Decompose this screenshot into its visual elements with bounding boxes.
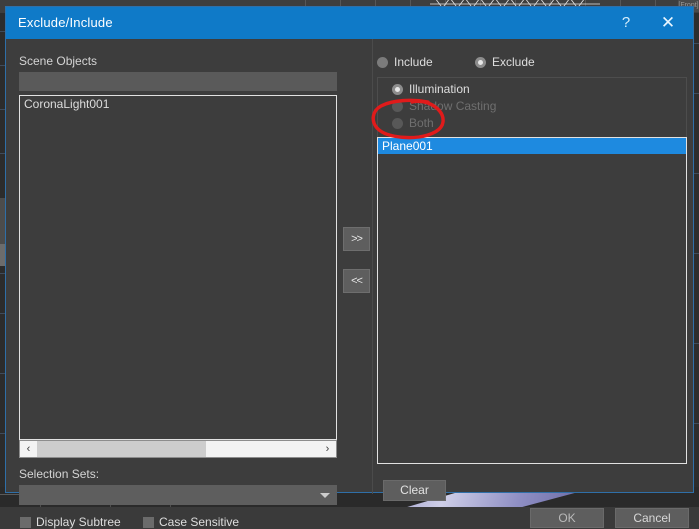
excluded-objects-list[interactable]: Plane001 xyxy=(377,137,687,464)
radio-dot-icon[interactable] xyxy=(377,56,388,68)
clear-button[interactable]: Clear xyxy=(383,480,446,501)
close-icon[interactable]: ✕ xyxy=(647,7,689,39)
remove-from-exclude-button[interactable]: << xyxy=(343,269,370,293)
scrollbar-thumb[interactable] xyxy=(37,441,207,457)
list-item[interactable]: Plane001 xyxy=(378,138,686,154)
scene-objects-pane: Scene Objects CoronaLight001 ‹ › Selecti… xyxy=(6,39,356,529)
radio-exclude[interactable]: Exclude xyxy=(475,55,535,69)
radio-dot-icon[interactable] xyxy=(475,56,486,68)
checkbox-box[interactable] xyxy=(143,516,154,528)
scene-list-horizontal-scrollbar[interactable]: ‹ › xyxy=(19,440,337,458)
scene-objects-filter-input[interactable] xyxy=(19,72,337,91)
checkbox-box[interactable] xyxy=(20,516,31,528)
radio-label: Both xyxy=(409,116,434,130)
scene-objects-list[interactable]: CoronaLight001 xyxy=(19,95,337,440)
selection-sets-label: Selection Sets: xyxy=(19,467,100,481)
ok-button[interactable]: OK xyxy=(530,508,604,528)
list-item[interactable]: CoronaLight001 xyxy=(20,96,336,112)
cancel-button[interactable]: Cancel xyxy=(615,508,689,528)
scroll-left-icon[interactable]: ‹ xyxy=(20,441,37,457)
dialog-titlebar: Exclude/Include ? ✕ xyxy=(6,7,693,39)
scroll-right-icon[interactable]: › xyxy=(319,441,336,457)
radio-dot-icon[interactable] xyxy=(392,117,403,129)
radio-label: Illumination xyxy=(409,82,470,96)
radio-dot-icon[interactable] xyxy=(392,100,403,112)
transfer-buttons: >> << xyxy=(343,227,371,307)
display-subtree-checkbox[interactable]: Display Subtree xyxy=(20,515,121,529)
radio-label: Include xyxy=(394,55,433,69)
radio-shadow-casting[interactable]: Shadow Casting xyxy=(392,99,496,113)
case-sensitive-checkbox[interactable]: Case Sensitive xyxy=(143,515,239,529)
radio-dot-icon[interactable] xyxy=(392,83,403,95)
dialog-title: Exclude/Include xyxy=(18,15,113,30)
radio-illumination[interactable]: Illumination xyxy=(392,82,470,96)
checkbox-label: Display Subtree xyxy=(36,515,121,529)
scrollbar-track[interactable] xyxy=(37,441,319,457)
checkbox-label: Case Sensitive xyxy=(159,515,240,529)
exclude-pane: Include Exclude Illumination Shadow Cast… xyxy=(372,39,693,528)
radio-include[interactable]: Include xyxy=(377,55,433,69)
add-to-exclude-button[interactable]: >> xyxy=(343,227,370,251)
scene-objects-label: Scene Objects xyxy=(19,54,98,68)
chevron-down-icon xyxy=(320,493,330,498)
selection-sets-dropdown[interactable] xyxy=(19,485,337,505)
exclude-include-dialog: Exclude/Include ? ✕ Scene Objects Corona… xyxy=(5,6,694,529)
radio-label: Shadow Casting xyxy=(409,99,497,113)
radio-label: Exclude xyxy=(492,55,535,69)
radio-both[interactable]: Both xyxy=(392,116,434,130)
help-icon[interactable]: ? xyxy=(607,7,645,39)
